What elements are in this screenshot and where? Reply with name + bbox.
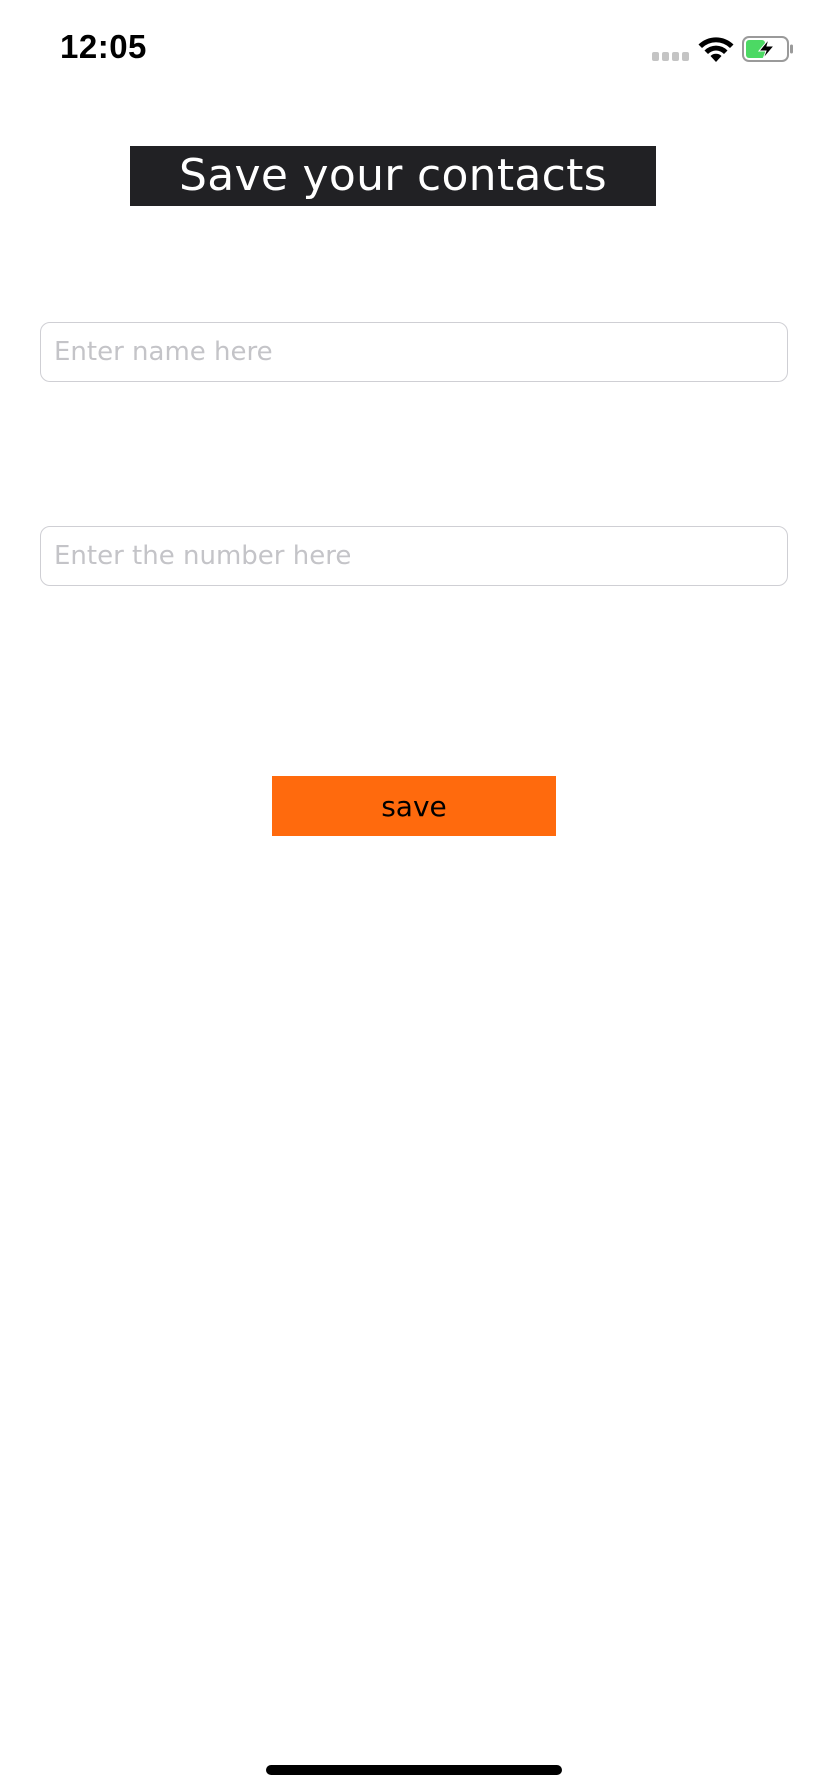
save-button[interactable]: save (272, 776, 556, 836)
battery-charging-icon (742, 36, 793, 62)
status-time: 12:05 (60, 28, 147, 65)
home-indicator[interactable] (266, 1765, 562, 1775)
page-title-banner: Save your contacts (130, 146, 656, 206)
phone-number-input[interactable] (40, 526, 788, 586)
wifi-icon (698, 37, 734, 62)
status-bar: 12:05 (0, 0, 828, 100)
cellular-signal-icon (652, 52, 690, 61)
name-input[interactable] (40, 322, 788, 382)
page-title: Save your contacts (179, 150, 607, 201)
